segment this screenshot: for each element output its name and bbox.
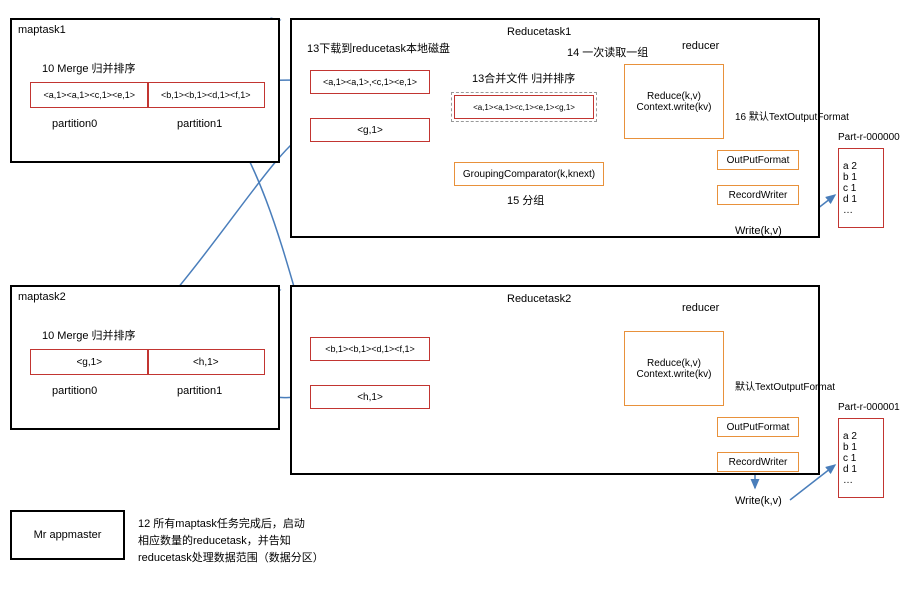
appmaster-note3: reducetask处理数据范围（数据分区） — [138, 549, 324, 565]
rt2-out-3: d 1 — [843, 464, 857, 475]
appmaster-box: Mr appmaster — [10, 510, 125, 560]
rt2-write-label: Write(k,v) — [735, 495, 782, 507]
rt2-out-0: a 2 — [843, 431, 857, 442]
maptask1-p0-data: <a,1><a,1><c,1><e,1> — [31, 90, 148, 100]
maptask1-p0-label: partition0 — [52, 118, 97, 130]
maptask2-p0-data: <g,1> — [31, 357, 148, 368]
rt1-13a-label: 13下载到reducetask本地磁盘 — [307, 40, 450, 56]
rt2-reducer-label: reducer — [682, 302, 719, 314]
rt2-context-write: Context.write(kv) — [636, 369, 711, 380]
rt1-part-label: Part-r-000000 — [838, 132, 900, 143]
rt1-grouping: GroupingComparator(k,knext) — [454, 162, 604, 186]
rt2-d2: <h,1> — [310, 385, 430, 409]
rt2-title: Reducetask2 — [507, 293, 571, 305]
rt1-out-0: a 2 — [843, 161, 857, 172]
rt2-16-label: 默认TextOutputFormat — [735, 378, 835, 393]
rt2-reducer-box: Reduce(k,v) Context.write(kv) — [624, 331, 724, 406]
maptask2-p0-label: partition0 — [52, 385, 97, 397]
rt2-output: a 2 b 1 c 1 d 1 … — [838, 418, 884, 498]
rt2-rw: RecordWriter — [717, 452, 799, 472]
rt2-opf: OutPutFormat — [717, 417, 799, 437]
rt1-reducer-label: reducer — [682, 40, 719, 52]
maptask2-title: maptask2 — [18, 291, 66, 303]
rt1-merged: <a,1><a,1><c,1><e,1><g,1> — [454, 95, 594, 119]
rt1-reducer-box: Reduce(k,v) Context.write(kv) — [624, 64, 724, 139]
reducetask1-box: 13下载到reducetask本地磁盘 Reducetask1 14 一次读取一… — [290, 18, 820, 238]
rt1-13b-label: 13合并文件 归并排序 — [472, 70, 575, 86]
rt1-reduce-kv: Reduce(k,v) — [647, 91, 701, 102]
appmaster-note2: 相应数量的reducetask，并告知 — [138, 532, 291, 548]
maptask1-p1-label: partition1 — [177, 118, 222, 130]
rt1-d1: <a,1><a,1>,<c,1><e,1> — [310, 70, 430, 94]
rt1-16-label: 16 默认TextOutputFormat — [735, 108, 849, 123]
maptask1-box: maptask1 10 Merge 归并排序 <a,1><a,1><c,1><e… — [10, 18, 280, 163]
rt1-15-label: 15 分组 — [507, 192, 544, 208]
rt1-d2: <g,1> — [310, 118, 430, 142]
appmaster-label: Mr appmaster — [34, 529, 102, 541]
rt1-out-4: … — [843, 205, 853, 216]
maptask2-p1-data: <h,1> — [148, 357, 265, 368]
rt2-d1: <b,1><b,1><d,1><f,1> — [310, 337, 430, 361]
maptask1-merge-label: 10 Merge 归并排序 — [42, 60, 136, 76]
maptask1-title: maptask1 — [18, 24, 66, 36]
rt1-write-label: Write(k,v) — [735, 225, 782, 237]
rt2-out-4: … — [843, 475, 853, 486]
rt1-title: Reducetask1 — [507, 26, 571, 38]
rt2-part-label: Part-r-000001 — [838, 402, 900, 413]
rt1-output: a 2 b 1 c 1 d 1 … — [838, 148, 884, 228]
maptask1-p1-data: <b,1><b,1><d,1><f,1> — [148, 90, 265, 100]
rt1-context-write: Context.write(kv) — [636, 102, 711, 113]
rt1-opf: OutPutFormat — [717, 150, 799, 170]
rt1-rw: RecordWriter — [717, 185, 799, 205]
rt1-out-1: b 1 — [843, 172, 857, 183]
rt2-out-2: c 1 — [843, 453, 856, 464]
rt1-out-2: c 1 — [843, 183, 856, 194]
appmaster-note1: 12 所有maptask任务完成后，启动 — [138, 515, 305, 531]
rt2-out-1: b 1 — [843, 442, 857, 453]
maptask2-box: maptask2 10 Merge 归并排序 <g,1> <h,1> parti… — [10, 285, 280, 430]
maptask2-p1-label: partition1 — [177, 385, 222, 397]
rt1-out-3: d 1 — [843, 194, 857, 205]
rt2-reduce-kv: Reduce(k,v) — [647, 358, 701, 369]
maptask2-merge-label: 10 Merge 归并排序 — [42, 327, 136, 343]
rt1-14-label: 14 一次读取一组 — [567, 44, 648, 60]
